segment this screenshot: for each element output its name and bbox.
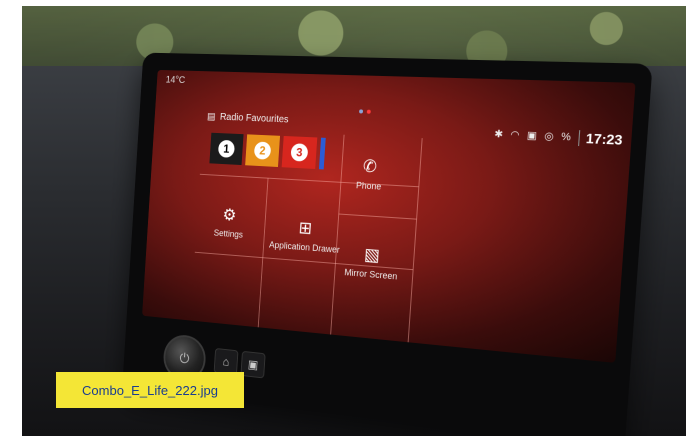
mirror-screen-app[interactable]: ▧ Mirror Screen xyxy=(344,244,399,282)
station-tile-1[interactable]: 1 xyxy=(209,132,244,166)
home-icon: ⌂ xyxy=(222,354,230,369)
grid-icon: ⊞ xyxy=(298,218,313,238)
radio-icon: ▤ xyxy=(206,111,216,123)
phone-icon: ✆ xyxy=(362,156,378,177)
radio-station-tiles: 1 2 3 xyxy=(209,132,326,170)
power-icon: ⏻ xyxy=(179,349,190,366)
phone-label: Phone xyxy=(355,180,382,192)
station-number: 3 xyxy=(290,143,309,162)
station-tile-3[interactable]: 3 xyxy=(281,135,318,170)
gear-icon: ⚙ xyxy=(222,205,237,225)
station-tile-2[interactable]: 2 xyxy=(245,134,281,168)
image-caption: Combo_E_Life_222.jpg xyxy=(56,372,244,408)
infotainment-screen: 14°C ✱ ◠ ▣ ◎ % 17:23 ▤ Radio Favourites … xyxy=(142,69,636,363)
station-number: 2 xyxy=(253,141,272,160)
mirror-screen-icon: ▧ xyxy=(363,244,381,265)
car-settings-button[interactable]: ▣ xyxy=(240,350,266,379)
station-number: 1 xyxy=(217,139,236,158)
settings-app[interactable]: ⚙ Settings xyxy=(213,205,244,239)
car-icon: ▣ xyxy=(247,357,259,372)
application-drawer-app[interactable]: ⊞ Application Drawer xyxy=(269,217,342,255)
phone-app[interactable]: ✆ Phone xyxy=(355,156,383,192)
